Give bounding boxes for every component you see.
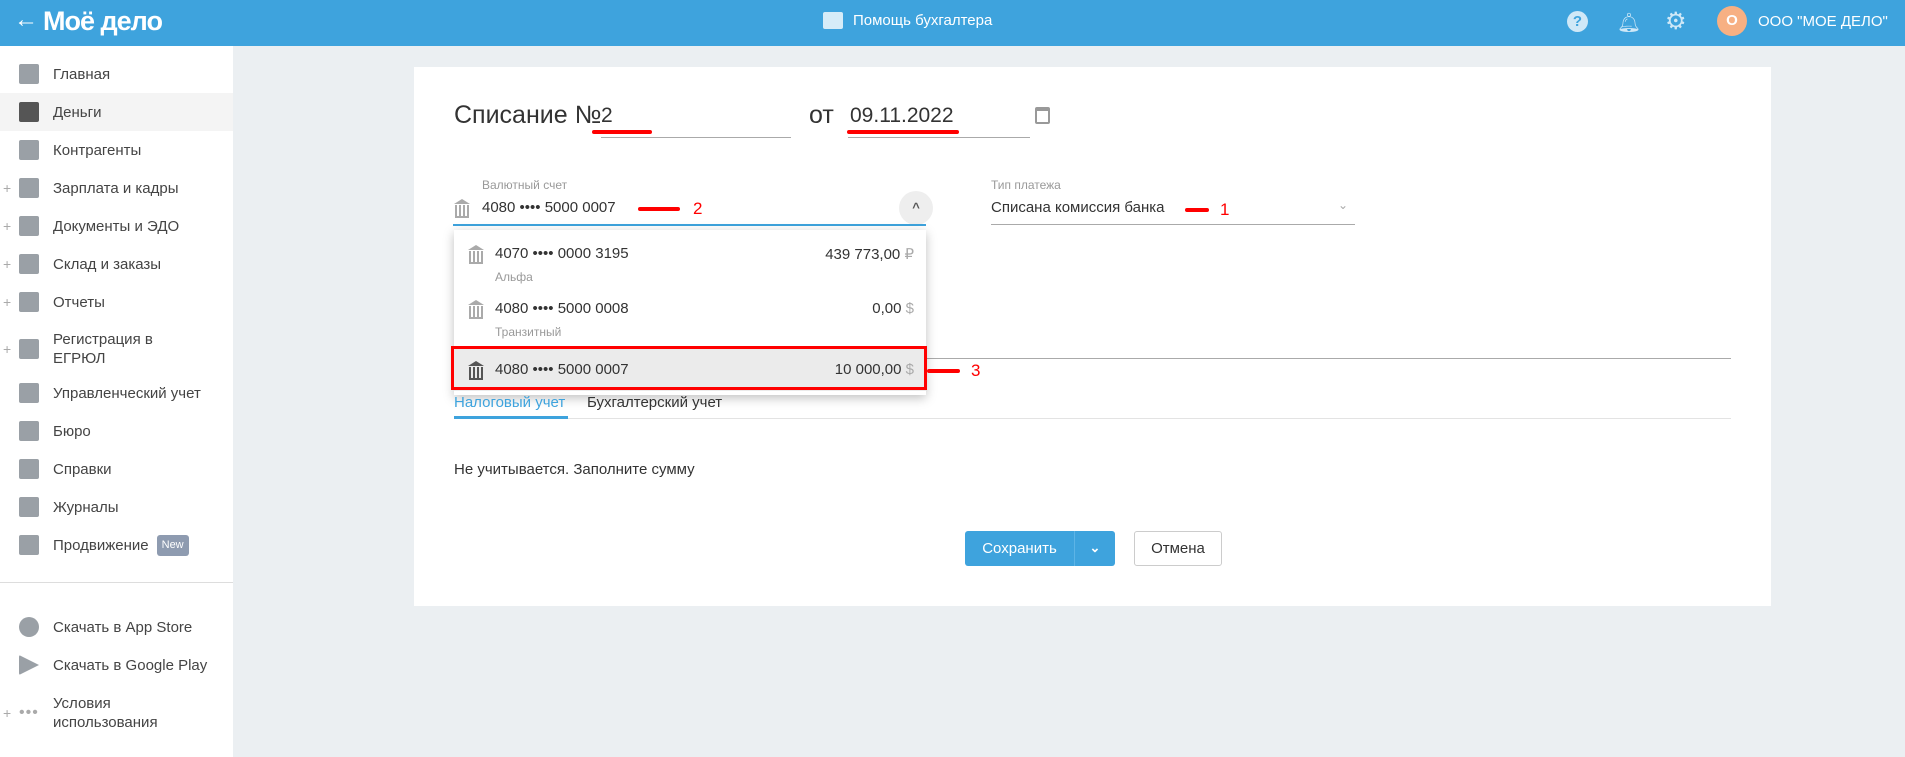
- sidebar-item-salary[interactable]: + Зарплата и кадры: [0, 169, 233, 207]
- avatar[interactable]: О: [1717, 6, 1747, 36]
- date-prefix: от: [809, 101, 834, 129]
- date-input[interactable]: 09.11.2022: [850, 104, 954, 128]
- account-number: 4080 •••• 5000 0008: [495, 300, 629, 317]
- back-arrow-icon[interactable]: ←: [14, 6, 38, 34]
- payment-type-label: Тип платежа: [991, 178, 1061, 192]
- sidebar: Главная Деньги Контрагенты + Зарплата и к…: [0, 46, 233, 757]
- currency-symbol: $: [905, 300, 914, 317]
- journal-icon: [19, 497, 39, 517]
- apple-icon: [19, 617, 39, 637]
- account-label: Валютный счет: [482, 178, 568, 192]
- home-icon: [19, 64, 39, 84]
- helper-icon: [823, 12, 843, 29]
- sidebar-item-google-play[interactable]: Скачать в Google Play: [0, 646, 233, 684]
- registration-icon: [19, 339, 39, 359]
- account-underline: [453, 224, 926, 226]
- wallet-icon: [19, 178, 39, 198]
- folder-icon: [19, 216, 39, 236]
- annotation-underline: [592, 130, 652, 134]
- company-name[interactable]: ООО "МОЕ ДЕЛО": [1758, 13, 1888, 30]
- help-icon[interactable]: ?: [1567, 11, 1588, 32]
- account-amount: 0,00: [872, 300, 902, 317]
- annotation-number: 2: [693, 199, 703, 218]
- annotation-dash: [1185, 208, 1209, 212]
- bank-icon: [467, 245, 485, 267]
- bank-icon: [467, 300, 485, 322]
- cancel-button[interactable]: Отмена: [1134, 531, 1222, 566]
- expand-icon[interactable]: +: [3, 294, 11, 310]
- account-number: 4070 •••• 0000 3195: [495, 245, 629, 262]
- tab-tax[interactable]: Налоговый учет: [454, 394, 565, 411]
- payment-type-select[interactable]: Списана комиссия банка: [991, 199, 1165, 216]
- sidebar-item-terms[interactable]: + ••• Условия использования: [0, 688, 233, 738]
- account-bank: Альфа: [495, 270, 533, 284]
- money-icon: [19, 102, 39, 122]
- chevron-up-icon[interactable]: ^: [899, 191, 933, 225]
- hidden-field-underline: [926, 358, 1731, 359]
- more-icon: •••: [19, 704, 39, 721]
- helper-link[interactable]: Помощь бухгалтера: [853, 12, 992, 29]
- save-button-group: Сохранить ⌄: [965, 531, 1115, 566]
- briefcase-icon: [19, 421, 39, 441]
- logo[interactable]: Moё дело: [43, 6, 163, 37]
- sidebar-item-documents[interactable]: + Документы и ЭДО: [0, 207, 233, 245]
- calendar-icon[interactable]: [1035, 107, 1050, 124]
- expand-icon[interactable]: +: [3, 180, 11, 196]
- save-button[interactable]: Сохранить: [965, 531, 1074, 566]
- account-amount: 439 773,00: [825, 246, 901, 263]
- sidebar-item-app-store[interactable]: Скачать в App Store: [0, 608, 233, 646]
- top-header: ← Moё дело Помощь бухгалтера ? 🔔︎ ⚙ О ОО…: [0, 0, 1905, 46]
- account-select-value[interactable]: 4080 •••• 5000 0007: [482, 199, 616, 216]
- management-icon: [19, 383, 39, 403]
- new-badge: New: [156, 534, 189, 556]
- page-title: Списание №: [454, 101, 602, 129]
- bank-icon: [453, 199, 471, 221]
- gear-icon[interactable]: ⚙: [1665, 7, 1687, 36]
- expand-icon[interactable]: +: [3, 705, 11, 721]
- tabs-divider: [454, 418, 1731, 419]
- sidebar-item-contractors[interactable]: Контрагенты: [0, 131, 233, 169]
- annotation-dash: [638, 207, 680, 211]
- currency-symbol: ₽: [904, 246, 914, 263]
- annotation-dash: [927, 369, 960, 373]
- reference-icon: [19, 459, 39, 479]
- sidebar-item-journals[interactable]: Журналы: [0, 488, 233, 526]
- sidebar-item-bureau[interactable]: Бюро: [0, 412, 233, 450]
- expand-icon[interactable]: +: [3, 341, 11, 357]
- expand-icon[interactable]: +: [3, 218, 11, 234]
- bell-icon[interactable]: 🔔︎: [1617, 11, 1641, 35]
- account-bank: Транзитный: [495, 325, 562, 339]
- expand-icon[interactable]: +: [3, 256, 11, 272]
- payment-type-underline: [991, 224, 1355, 225]
- number-underline: [601, 137, 791, 138]
- report-icon: [19, 292, 39, 312]
- sidebar-item-registration[interactable]: + Регистрация в ЕГРЮЛ: [0, 324, 233, 374]
- date-underline: [848, 137, 1030, 138]
- annotation-highlight-box: [451, 346, 927, 390]
- promotion-icon: [19, 535, 39, 555]
- contractor-icon: [19, 140, 39, 160]
- google-play-icon: [19, 655, 39, 675]
- tab-accounting[interactable]: Бухгалтерский учет: [587, 394, 722, 411]
- active-tab-indicator: [454, 416, 568, 419]
- tax-note: Не учитывается. Заполните сумму: [454, 461, 695, 478]
- sidebar-item-money[interactable]: Деньги: [0, 93, 233, 131]
- sidebar-item-management[interactable]: Управленческий учет: [0, 374, 233, 412]
- sidebar-item-references[interactable]: Справки: [0, 450, 233, 488]
- warehouse-icon: [19, 254, 39, 274]
- sidebar-divider: [0, 582, 233, 583]
- chevron-down-icon[interactable]: ⌄: [1338, 198, 1348, 212]
- save-options-chevron-icon[interactable]: ⌄: [1075, 531, 1115, 566]
- sidebar-item-reports[interactable]: + Отчеты: [0, 283, 233, 321]
- annotation-underline: [847, 130, 959, 134]
- sidebar-item-promotion[interactable]: Продвижение New: [0, 526, 233, 564]
- number-input[interactable]: 2: [601, 104, 613, 128]
- annotation-number: 3: [971, 361, 981, 380]
- annotation-number: 1: [1220, 200, 1230, 219]
- promotion-label: Продвижение: [53, 536, 149, 554]
- sidebar-item-warehouse[interactable]: + Склад и заказы: [0, 245, 233, 283]
- account-option[interactable]: 4080 •••• 5000 0008 Транзитный 0,00 $: [454, 294, 926, 347]
- account-option[interactable]: 4070 •••• 0000 3195 Альфа 439 773,00 ₽: [454, 239, 926, 292]
- sidebar-item-home[interactable]: Главная: [0, 55, 233, 93]
